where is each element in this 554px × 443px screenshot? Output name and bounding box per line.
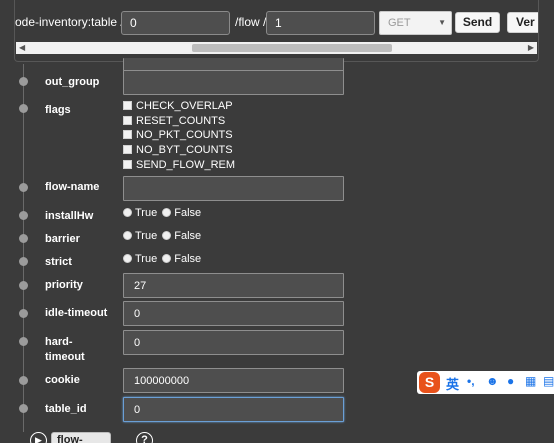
checkbox[interactable] xyxy=(123,160,132,169)
send-button[interactable]: Send xyxy=(455,12,500,33)
checkbox[interactable] xyxy=(123,116,132,125)
horizontal-scrollbar[interactable]: ◀ ▶ xyxy=(16,42,537,54)
hard-timeout-input[interactable]: 0 xyxy=(123,330,344,355)
tree-bullet xyxy=(19,211,28,220)
flow-name-input[interactable] xyxy=(123,176,344,201)
flag-no-byt-counts[interactable]: NO_BYT_COUNTS xyxy=(123,143,233,157)
microphone-icon[interactable]: ● xyxy=(507,374,514,388)
flag-reset-counts[interactable]: RESET_COUNTS xyxy=(123,114,225,128)
keyboard-icon[interactable]: ▦ xyxy=(525,374,536,388)
emoji-icon[interactable]: ☻ xyxy=(486,374,499,388)
checkbox[interactable] xyxy=(123,145,132,154)
scroll-left-icon[interactable]: ◀ xyxy=(19,42,25,54)
flow-statistics-button[interactable]: flow-statistics xyxy=(51,432,111,443)
checkbox[interactable] xyxy=(123,130,132,139)
flag-check-overlap[interactable]: CHECK_OVERLAP xyxy=(123,99,233,113)
flow-name-label: flow-name xyxy=(45,181,100,193)
strict-true-radio[interactable] xyxy=(123,254,132,263)
tree-bullet xyxy=(19,376,28,385)
flags-label: flags xyxy=(45,104,71,116)
table-input[interactable]: 0 xyxy=(121,11,230,35)
strict-radio-group: True False xyxy=(123,252,201,266)
request-bar: ode-inventory:table / 0 /flow / 1 GET ▼ … xyxy=(14,0,539,62)
ime-mode-toggle[interactable]: 英 xyxy=(446,374,459,393)
out-group-label: out_group xyxy=(45,76,100,88)
ime-toolbar: S 英 •, ☻ ● ▦ ▤ xyxy=(417,371,554,394)
priority-label: priority xyxy=(45,279,83,291)
installhw-radio-group: True False xyxy=(123,206,201,220)
flag-send-flow-rem[interactable]: SEND_FLOW_REM xyxy=(123,158,235,172)
tree-bullet xyxy=(19,281,28,290)
scrollbar-thumb[interactable] xyxy=(192,44,392,52)
installhw-false-radio[interactable] xyxy=(162,208,172,217)
tree-bullet xyxy=(19,183,28,192)
tree-bullet xyxy=(19,257,28,266)
idle-timeout-input[interactable]: 0 xyxy=(123,301,344,326)
checkbox[interactable] xyxy=(123,101,132,110)
chevron-down-icon: ▼ xyxy=(438,18,446,27)
url-flow-segment: /flow / xyxy=(235,15,267,29)
installhw-label: installHw xyxy=(45,210,94,222)
barrier-true-radio[interactable] xyxy=(123,231,132,240)
table-id-label: table_id xyxy=(45,403,87,415)
cookie-label: cookie xyxy=(45,374,80,386)
url-row: ode-inventory:table / 0 /flow / 1 GET ▼ … xyxy=(15,9,538,37)
method-select[interactable]: GET ▼ xyxy=(379,11,452,35)
flow-id-input[interactable]: 1 xyxy=(266,11,375,35)
hard-timeout-label-line2: timeout xyxy=(45,351,85,363)
idle-timeout-label: idle-timeout xyxy=(45,307,108,319)
tree-bullet xyxy=(19,404,28,413)
tree-bullet xyxy=(19,104,28,113)
menu-icon[interactable]: ▤ xyxy=(543,374,554,388)
strict-false-radio[interactable] xyxy=(162,254,172,263)
priority-input[interactable]: 27 xyxy=(123,273,344,298)
sogou-logo-icon[interactable]: S xyxy=(419,372,440,393)
tree-bullet xyxy=(19,234,28,243)
barrier-radio-group: True False xyxy=(123,229,201,243)
installhw-true-radio[interactable] xyxy=(123,208,132,217)
ver-button[interactable]: Ver xyxy=(507,12,538,33)
scroll-right-icon[interactable]: ▶ xyxy=(528,42,534,54)
expand-icon[interactable]: ▶ xyxy=(30,432,47,443)
url-prefix: ode-inventory:table / xyxy=(15,15,124,29)
punctuation-icon[interactable]: •, xyxy=(467,374,475,388)
method-value: GET xyxy=(388,17,411,29)
cookie-input[interactable]: 100000000 xyxy=(123,368,344,393)
barrier-label: barrier xyxy=(45,233,80,245)
strict-label: strict xyxy=(45,256,72,268)
barrier-false-radio[interactable] xyxy=(162,231,172,240)
table-id-input[interactable]: 0 xyxy=(123,397,344,422)
out-group-input[interactable] xyxy=(123,70,344,95)
tree-bullet xyxy=(19,337,28,346)
tree-bullet xyxy=(19,77,28,86)
flag-no-pkt-counts[interactable]: NO_PKT_COUNTS xyxy=(123,128,233,142)
help-icon[interactable]: ? xyxy=(136,432,153,443)
tree-bullet xyxy=(19,309,28,318)
hard-timeout-label-line1: hard- xyxy=(45,336,73,348)
